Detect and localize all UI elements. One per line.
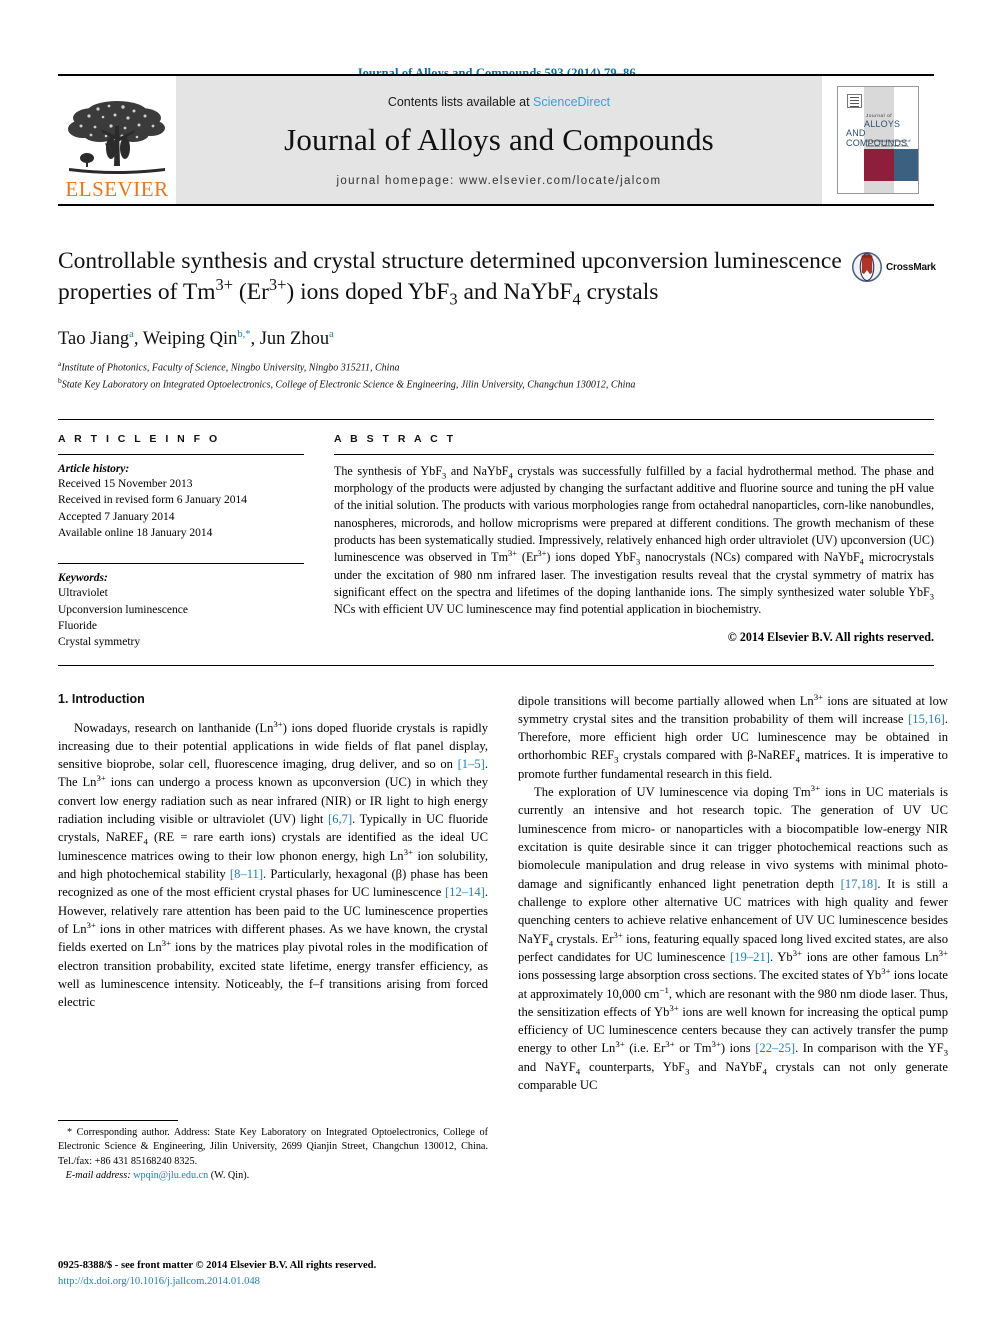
title-sub-naybf4: 4 xyxy=(572,289,581,309)
issn-copyright-line: 0925-8388/$ - see front matter © 2014 El… xyxy=(58,1260,377,1272)
contents-lists-line: Contents lists available at ScienceDirec… xyxy=(388,95,610,109)
crossmark-label: CrossMark xyxy=(886,261,936,273)
crossmark-badge[interactable]: CrossMark xyxy=(852,248,936,286)
journal-homepage-link[interactable]: journal homepage: www.elsevier.com/locat… xyxy=(337,175,662,187)
cover-publisher-mark-icon xyxy=(847,94,862,108)
author-affil-marker-3: a xyxy=(329,329,334,341)
email-address-label: E-mail address: xyxy=(65,1170,131,1182)
article-info-column: A R T I C L E I N F O Article history: R… xyxy=(58,433,304,651)
affiliation-a: aInstitute of Photonics, Faculty of Scie… xyxy=(58,359,934,376)
sciencedirect-link[interactable]: ScienceDirect xyxy=(533,95,610,109)
keywords-divider xyxy=(58,563,304,565)
author-name-2: Weiping Qin xyxy=(142,329,238,350)
author-name-1: Tao Jiang xyxy=(58,329,130,350)
article-first-page: Journal of Alloys and Compounds 593 (201… xyxy=(0,0,992,1323)
keywords-block: Keywords: Ultraviolet Upconversion lumin… xyxy=(58,563,304,650)
doi-link[interactable]: http://dx.doi.org/10.1016/j.jallcom.2014… xyxy=(58,1274,488,1289)
cover-artwork: Journal of ALLOYS AND COMPOUNDS An Inter… xyxy=(837,86,919,194)
body-column-right: dipole transitions will become partially… xyxy=(518,692,948,1184)
section-heading-introduction: 1. Introduction xyxy=(58,691,145,706)
keyword-4: Crystal symmetry xyxy=(58,636,141,649)
info-abstract-band: A R T I C L E I N F O Article history: R… xyxy=(58,418,934,666)
email-owner: (W. Qin). xyxy=(208,1170,250,1182)
abstract-column: A B S T R A C T The synthesis of YbF3 an… xyxy=(334,433,934,651)
article-history-label: Article history: xyxy=(58,462,130,475)
journal-masthead: ELSEVIER Contents lists available at Sci… xyxy=(58,74,934,206)
title-sup-er: 3+ xyxy=(268,274,287,294)
running-head-citation: Journal of Alloys and Compounds 593 (201… xyxy=(356,66,636,80)
masthead-center: Contents lists available at ScienceDirec… xyxy=(176,76,822,204)
article-info-heading: A R T I C L E I N F O xyxy=(58,432,221,445)
author-affil-marker-2: b,* xyxy=(237,329,251,341)
body-columns: 1. Introduction Nowadays, research on la… xyxy=(58,692,948,1184)
elsevier-tree-icon xyxy=(65,96,169,178)
corresponding-author-note: * Corresponding author. Address: State K… xyxy=(58,1126,488,1184)
title-block: Controllable synthesis and crystal struc… xyxy=(58,246,936,307)
elsevier-logo: ELSEVIER xyxy=(58,76,176,204)
paragraph-left-1: Nowadays, research on lanthanide (Ln3+) … xyxy=(58,718,489,1010)
keyword-1: Ultraviolet xyxy=(58,587,108,600)
history-received: Received 15 November 2013 xyxy=(58,477,193,490)
title-sub-ybf3: 3 xyxy=(449,289,458,309)
title-line-3: crystals xyxy=(586,278,659,305)
footnote-rule xyxy=(58,1119,178,1121)
footnote-address-text: Corresponding author. Address: State Key… xyxy=(58,1126,488,1167)
footnote-block: * Corresponding author. Address: State K… xyxy=(58,1119,488,1184)
cover-blue-block xyxy=(894,149,918,181)
article-info-divider xyxy=(58,453,304,455)
body-column-left: 1. Introduction Nowadays, research on la… xyxy=(58,692,488,1184)
affiliation-text-b: State Key Laboratory on Integrated Optoe… xyxy=(61,379,636,391)
title-line-2b: (Er xyxy=(233,278,269,305)
title-sup-tm: 3+ xyxy=(215,274,234,294)
crossmark-icon xyxy=(852,252,882,282)
title-line-2c: ) ions doped YbF xyxy=(286,278,450,305)
affiliation-list: aInstitute of Photonics, Faculty of Scie… xyxy=(58,359,934,393)
keyword-2: Upconversion luminescence xyxy=(58,603,188,616)
author-separator-2: , xyxy=(250,329,260,350)
corresponding-author-email-link[interactable]: wpqin@jlu.edu.cn xyxy=(133,1170,208,1181)
abstract-heading: A B S T R A C T xyxy=(334,432,456,445)
paragraph-right-2: The exploration of UV luminescence via d… xyxy=(518,782,949,1093)
affiliation-text-a: Institute of Photonics, Faculty of Scien… xyxy=(61,362,400,374)
affiliation-b: bState Key Laboratory on Integrated Opto… xyxy=(58,376,934,393)
journal-cover-thumbnail: Journal of ALLOYS AND COMPOUNDS An Inter… xyxy=(822,76,934,204)
abstract-divider xyxy=(334,453,934,455)
author-separator-1: , xyxy=(133,329,143,350)
contents-prefix: Contents lists available at xyxy=(387,95,534,109)
author-list: Tao Jianga, Weiping Qinb,*, Jun Zhoua xyxy=(58,329,934,350)
title-line-1: Controllable synthesis and crystal struc… xyxy=(58,248,709,274)
page-footer: 0925-8388/$ - see front matter © 2014 El… xyxy=(58,1258,488,1289)
paragraph-right-1: dipole transitions will become partially… xyxy=(518,691,948,781)
page-title: Controllable synthesis and crystal struc… xyxy=(58,246,842,307)
cover-red-block xyxy=(864,149,894,181)
author-name-3: Jun Zhou xyxy=(259,329,330,350)
cover-title-line1: Journal of xyxy=(866,113,893,118)
history-online: Available online 18 January 2014 xyxy=(58,526,213,539)
title-line-2d: and NaYbF xyxy=(457,278,573,305)
keyword-3: Fluoride xyxy=(58,619,97,632)
abstract-copyright: © 2014 Elsevier B.V. All rights reserved… xyxy=(727,630,934,645)
keywords-label: Keywords: xyxy=(58,572,108,585)
journal-title: Journal of Alloys and Compounds xyxy=(284,122,714,157)
elsevier-wordmark: ELSEVIER xyxy=(65,177,169,201)
abstract-text: The synthesis of YbF3 and NaYbF4 crystal… xyxy=(334,463,934,617)
history-revised: Received in revised form 6 January 2014 xyxy=(58,494,248,507)
history-accepted: Accepted 7 January 2014 xyxy=(58,510,175,523)
